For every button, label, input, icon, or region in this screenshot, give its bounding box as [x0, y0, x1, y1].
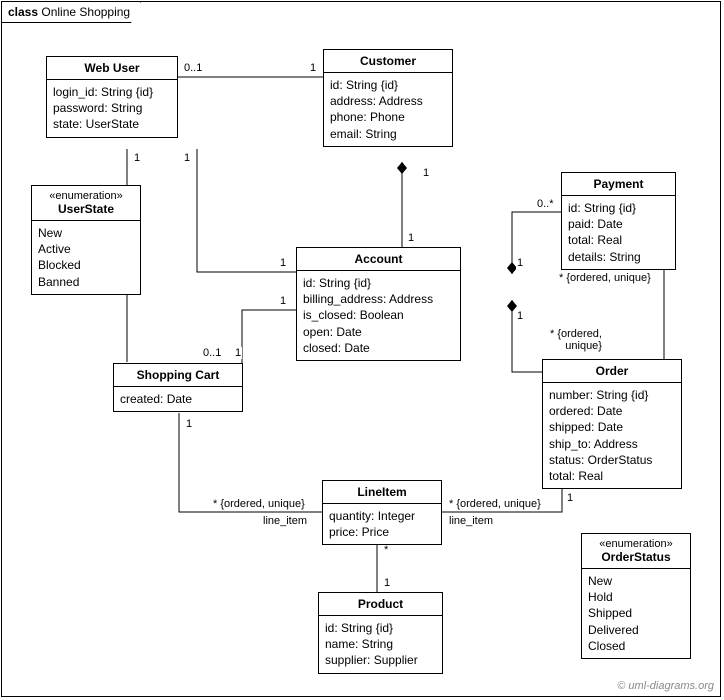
- frame-name: Online Shopping: [41, 5, 130, 19]
- mult-account-order-ord: * {ordered, unique}: [549, 328, 603, 352]
- mult-webuser-customer-right: 1: [309, 62, 317, 74]
- mult-cart-lineitem-cart: 1: [185, 418, 193, 430]
- class-attrs: created: Date: [114, 387, 242, 411]
- class-attrs: id: String {id} billing_address: Address…: [297, 271, 460, 360]
- mult-account-payment-pay: 0..*: [536, 198, 555, 210]
- class-web-user: Web User login_id: String {id} password:…: [46, 56, 178, 138]
- class-title: Product: [319, 593, 442, 616]
- mult-payment-order-pay: * {ordered, unique}: [558, 272, 652, 284]
- mult-account-order-acc: 1: [516, 310, 524, 322]
- mult-webuser-customer-left: 0..1: [183, 62, 203, 74]
- mult-cart-lineitem-li: * {ordered, unique}: [212, 498, 306, 510]
- role-cart-lineitem: line_item: [262, 515, 308, 527]
- mult-webuser-cart-wu: 1: [133, 152, 141, 164]
- diagram-frame: class Online Shopping 0..1: [1, 1, 721, 697]
- frame-prefix: class: [8, 5, 38, 19]
- class-attrs: New Hold Shipped Delivered Closed: [582, 569, 690, 658]
- class-title: «enumeration» OrderStatus: [582, 534, 690, 569]
- class-title: Payment: [562, 173, 675, 196]
- mult-order-lineitem-li: * {ordered, unique}: [448, 498, 542, 510]
- class-title: Account: [297, 248, 460, 271]
- mult-webuser-account-wu: 1: [183, 152, 191, 164]
- class-title: LineItem: [323, 481, 441, 504]
- class-user-state: «enumeration» UserState New Active Block…: [31, 185, 141, 295]
- class-attrs: New Active Blocked Banned: [32, 221, 140, 294]
- mult-webuser-cart-cart: 1: [234, 347, 242, 359]
- class-title: Shopping Cart: [114, 364, 242, 387]
- class-account: Account id: String {id} billing_address:…: [296, 247, 461, 361]
- mult-webuser-account-acc: 1: [279, 257, 287, 269]
- class-attrs: id: String {id} name: String supplier: S…: [319, 616, 442, 673]
- class-attrs: number: String {id} ordered: Date shippe…: [543, 383, 681, 488]
- mult-account-cart-cart: 0..1: [202, 347, 222, 359]
- class-shopping-cart: Shopping Cart created: Date: [113, 363, 243, 412]
- class-line-item: LineItem quantity: Integer price: Price: [322, 480, 442, 545]
- class-attrs: quantity: Integer price: Price: [323, 504, 441, 544]
- class-title: Order: [543, 360, 681, 383]
- class-title: «enumeration» UserState: [32, 186, 140, 221]
- frame-label: class Online Shopping: [1, 1, 141, 23]
- mult-account-cart-acc: 1: [279, 295, 287, 307]
- mult-lineitem-product-prod: 1: [383, 577, 391, 589]
- class-title: Customer: [324, 50, 452, 73]
- class-order: Order number: String {id} ordered: Date …: [542, 359, 682, 489]
- mult-order-lineitem-ord: 1: [566, 492, 574, 504]
- class-attrs: login_id: String {id} password: String s…: [47, 80, 177, 137]
- role-order-lineitem: line_item: [448, 515, 494, 527]
- credit: © uml-diagrams.org: [617, 680, 714, 692]
- mult-customer-account-acc: 1: [407, 232, 415, 244]
- class-attrs: id: String {id} address: Address phone: …: [324, 73, 452, 146]
- class-title: Web User: [47, 57, 177, 80]
- class-customer: Customer id: String {id} address: Addres…: [323, 49, 453, 147]
- class-order-status: «enumeration» OrderStatus New Hold Shipp…: [581, 533, 691, 659]
- class-product: Product id: String {id} name: String sup…: [318, 592, 443, 674]
- mult-lineitem-product-li: *: [383, 544, 389, 556]
- class-attrs: id: String {id} paid: Date total: Real d…: [562, 196, 675, 269]
- mult-account-payment-acc: 1: [516, 257, 524, 269]
- class-payment: Payment id: String {id} paid: Date total…: [561, 172, 676, 270]
- mult-customer-account-cust: 1: [422, 167, 430, 179]
